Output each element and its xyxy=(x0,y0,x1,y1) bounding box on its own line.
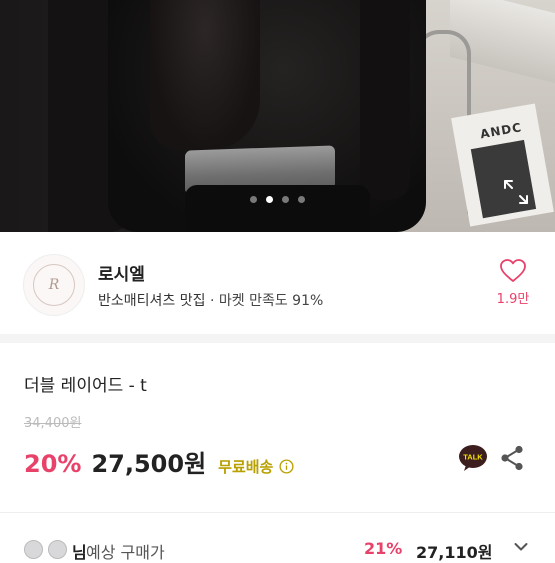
free-shipping-badge[interactable]: 무료배송 xyxy=(218,456,294,477)
user-avatar-icon xyxy=(24,540,43,559)
carousel-indicator xyxy=(0,196,555,203)
talk-icon[interactable]: TALK xyxy=(458,444,488,472)
section-divider xyxy=(0,334,555,343)
magazine-text: ANDC xyxy=(479,120,524,142)
price-row: 20% 27,500원 무료배송 xyxy=(24,444,294,479)
share-icon[interactable] xyxy=(500,445,524,471)
chevron-down-icon[interactable] xyxy=(514,542,528,552)
product-title: 더블 레이어드 - t xyxy=(24,376,147,396)
expected-price-row[interactable]: 님 예상 구매가 21% 27,110원 xyxy=(24,539,531,562)
expand-icon[interactable] xyxy=(502,178,530,206)
talk-label: TALK xyxy=(463,453,483,462)
photo-hair xyxy=(150,0,260,150)
expected-price-label: 예상 구매가 xyxy=(86,543,165,562)
seller-avatar[interactable]: R xyxy=(23,254,85,316)
user-avatar-icon xyxy=(48,540,67,559)
info-icon[interactable] xyxy=(279,459,294,474)
carousel-dot-active[interactable] xyxy=(266,196,273,203)
user-name-suffix: 님 xyxy=(72,543,87,562)
seller-logo: R xyxy=(33,264,75,306)
seller-tagline: 반소매티셔츠 맛집 xyxy=(98,293,206,309)
carousel-dot[interactable] xyxy=(298,196,305,203)
seller-section[interactable]: R 로시엘 반소매티셔츠 맛집 · 마켓 만족도 91% 1.9만 xyxy=(0,232,555,334)
expected-price: 27,110원 xyxy=(416,543,493,562)
photo-skirt xyxy=(185,185,370,232)
original-price: 34,400원 xyxy=(24,416,82,431)
seller-meta: 반소매티셔츠 맛집 · 마켓 만족도 91% xyxy=(98,290,323,310)
sale-price: 27,500원 xyxy=(91,450,207,478)
seller-satisfaction: 마켓 만족도 91% xyxy=(218,293,324,309)
seller-name[interactable]: 로시엘 xyxy=(98,260,145,285)
photo-arm-right xyxy=(360,0,410,200)
free-shipping-label: 무료배송 xyxy=(218,458,274,476)
like-count: 1.9만 xyxy=(496,292,530,307)
section-separator xyxy=(0,512,555,513)
meta-separator: · xyxy=(209,293,215,309)
discount-rate: 20% xyxy=(24,450,82,478)
carousel-dot[interactable] xyxy=(250,196,257,203)
carousel-dot[interactable] xyxy=(282,196,289,203)
product-photo[interactable]: ANDC xyxy=(0,0,555,232)
expected-discount: 21% xyxy=(364,539,403,558)
heart-icon[interactable] xyxy=(500,259,526,283)
